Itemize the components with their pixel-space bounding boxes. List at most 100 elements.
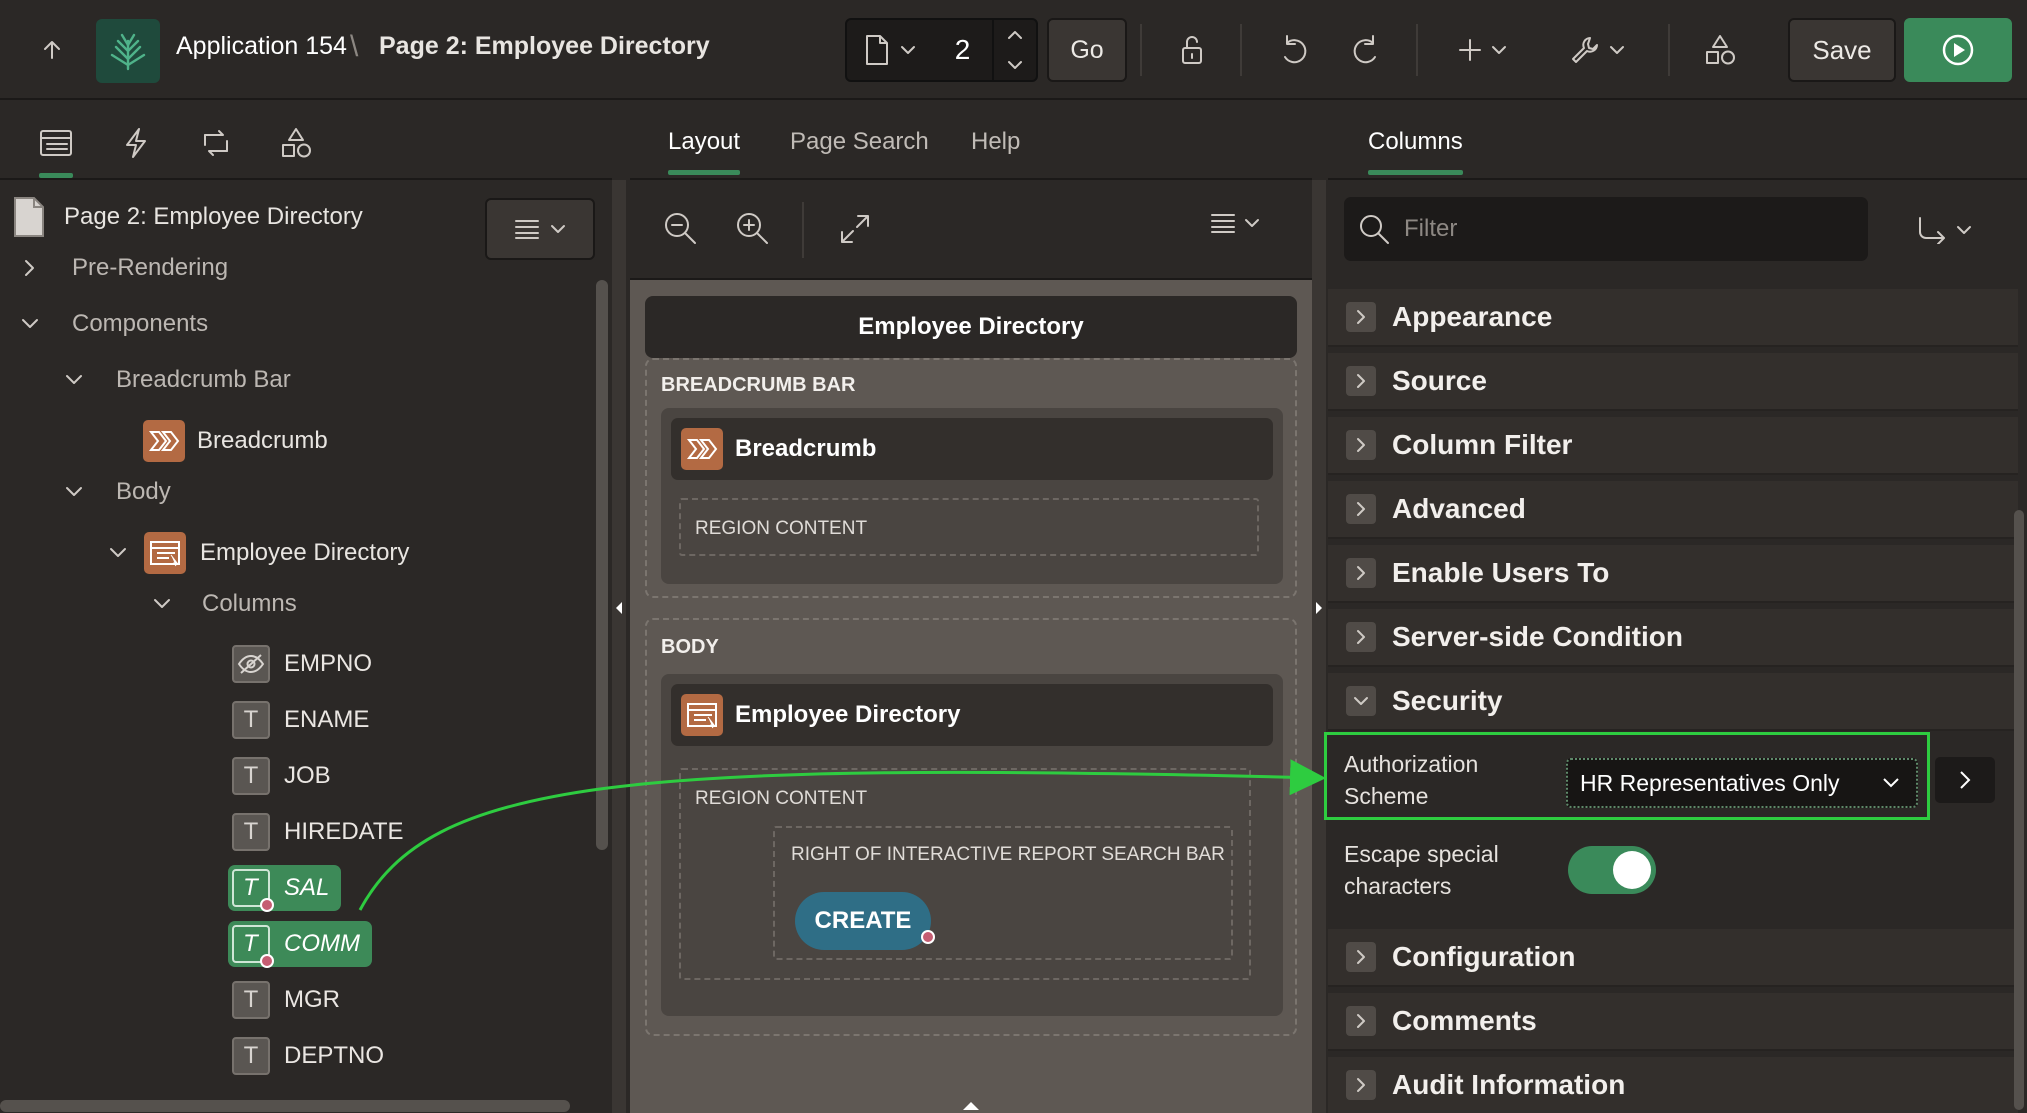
page-stepper[interactable] (991, 20, 1036, 80)
authorization-scheme-goto-button[interactable] (1935, 757, 1995, 803)
chevron-down-icon[interactable] (1007, 60, 1023, 70)
tree-node-employee-directory[interactable]: Employee Directory (106, 532, 409, 574)
region-content-slot[interactable]: REGION CONTENT (679, 498, 1259, 556)
chevron-down-icon[interactable] (62, 368, 86, 392)
collapse-bottom-icon[interactable] (961, 1100, 981, 1112)
column-sal[interactable]: T SAL (228, 865, 342, 912)
chevron-right-icon[interactable] (1346, 942, 1376, 972)
tree-node-body[interactable]: Body (62, 478, 171, 506)
lock-button[interactable] (1168, 26, 1216, 74)
section-security[interactable]: Security (1328, 673, 2018, 731)
chevron-down-icon (1610, 46, 1624, 54)
chevron-right-icon[interactable] (1346, 1070, 1376, 1100)
section-source[interactable]: Source (1328, 353, 2018, 411)
save-button[interactable]: Save (1788, 18, 1896, 82)
breadcrumb-bar-position[interactable]: BREADCRUMB BAR Breadcrumb REGION CONTENT (645, 358, 1297, 598)
authorization-scheme-select[interactable]: HR Representatives Only (1566, 758, 1918, 808)
filter-input[interactable] (1404, 215, 1824, 243)
column-hiredate[interactable]: T HIREDATE (228, 809, 416, 855)
region-content-slot[interactable]: REGION CONTENT RIGHT OF INTERACTIVE REPO… (679, 768, 1251, 980)
tree-node-breadcrumb[interactable]: Breadcrumb (143, 420, 328, 462)
expand-icon[interactable] (838, 212, 872, 246)
tab-columns[interactable]: Columns (1368, 128, 1463, 175)
up-arrow-button[interactable] (28, 26, 76, 74)
column-ename[interactable]: T ENAME (228, 697, 381, 743)
region-header[interactable]: Employee Directory (671, 684, 1273, 746)
tab-shared-components[interactable] (271, 118, 321, 168)
chevron-right-icon[interactable] (18, 256, 42, 280)
tab-processing[interactable] (191, 118, 241, 168)
tree-node-components[interactable]: Components (18, 310, 208, 338)
section-comments[interactable]: Comments (1328, 993, 2018, 1051)
shared-components-button[interactable] (1696, 26, 1744, 74)
redo-button[interactable] (1342, 26, 1390, 74)
chevron-up-icon[interactable] (1007, 30, 1023, 40)
toggle-knob (1613, 851, 1651, 889)
tab-dynamic-actions[interactable] (111, 118, 161, 168)
section-configuration[interactable]: Configuration (1328, 929, 2018, 987)
vertical-scrollbar[interactable] (596, 280, 608, 850)
layout-menu-button[interactable] (1210, 212, 1260, 234)
column-mgr[interactable]: T MGR (228, 977, 352, 1023)
column-empno[interactable]: EMPNO (228, 641, 384, 687)
section-enable-users-to[interactable]: Enable Users To (1328, 545, 2018, 603)
chevron-down-icon[interactable] (150, 592, 174, 616)
utilities-menu-button[interactable] (1562, 26, 1632, 74)
toolbar-divider (1416, 24, 1418, 76)
run-button[interactable] (1904, 18, 2012, 82)
chevron-right-icon[interactable] (1346, 366, 1376, 396)
chevron-right-icon[interactable] (1346, 558, 1376, 588)
section-server-side-condition[interactable]: Server-side Condition (1328, 609, 2018, 667)
column-deptno[interactable]: T DEPTNO (228, 1033, 396, 1079)
tab-rendering[interactable] (31, 118, 81, 178)
section-advanced[interactable]: Advanced (1328, 481, 2018, 539)
chevron-down-icon[interactable] (106, 541, 130, 565)
tab-help[interactable]: Help (971, 128, 1020, 156)
escape-special-characters-toggle[interactable] (1568, 846, 1656, 894)
page-finder-button[interactable] (847, 20, 933, 80)
zoom-out-icon[interactable] (662, 210, 698, 246)
create-menu-button[interactable] (1450, 26, 1514, 74)
tree-node-page[interactable]: Page 2: Employee Directory (12, 196, 363, 238)
right-splitter[interactable] (1312, 180, 1326, 1113)
chevron-down-icon[interactable] (62, 480, 86, 504)
region-header[interactable]: Breadcrumb (671, 418, 1273, 480)
column-comm[interactable]: T COMM (228, 921, 372, 968)
breadcrumb-region[interactable]: Breadcrumb REGION CONTENT (661, 408, 1283, 584)
app-title[interactable]: Application 154 (176, 32, 347, 61)
page-number-input[interactable]: 2 (933, 20, 992, 80)
layout-canvas[interactable]: Employee Directory BREADCRUMB BAR Breadc… (630, 280, 1312, 1113)
horizontal-scrollbar[interactable] (0, 1100, 570, 1112)
tab-page-search[interactable]: Page Search (790, 128, 929, 156)
chevron-down-icon (1492, 46, 1506, 54)
tree-node-breadcrumb-bar[interactable]: Breadcrumb Bar (62, 366, 291, 394)
page-region-title[interactable]: Employee Directory (645, 296, 1297, 358)
go-to-group-button[interactable] (1916, 210, 1996, 250)
chevron-right-icon[interactable] (1346, 302, 1376, 332)
zoom-in-icon[interactable] (734, 210, 770, 246)
column-job[interactable]: T JOB (228, 753, 343, 799)
tree-node-columns[interactable]: Columns (150, 590, 297, 618)
go-button[interactable]: Go (1047, 18, 1127, 82)
collapse-left-icon[interactable] (612, 598, 626, 618)
chevron-right-icon[interactable] (1346, 494, 1376, 524)
filter-field[interactable] (1344, 197, 1868, 261)
create-button[interactable]: CREATE (795, 892, 935, 950)
body-position[interactable]: BODY Employee Directory REGION CONTENT R… (645, 618, 1297, 1036)
undo-button[interactable] (1270, 26, 1318, 74)
chevron-down-icon[interactable] (18, 312, 42, 336)
chevron-right-icon[interactable] (1346, 430, 1376, 460)
chevron-down-icon[interactable] (1346, 686, 1376, 716)
employee-directory-region[interactable]: Employee Directory REGION CONTENT RIGHT … (661, 674, 1283, 1016)
tree-node-pre-rendering[interactable]: Pre-Rendering (18, 254, 228, 282)
chevron-right-icon[interactable] (1346, 1006, 1376, 1036)
tab-layout[interactable]: Layout (668, 128, 741, 175)
tree-menu-button[interactable] (485, 198, 595, 260)
vertical-scrollbar[interactable] (2014, 510, 2024, 1110)
section-appearance[interactable]: Appearance (1328, 289, 2018, 347)
left-splitter[interactable] (612, 180, 626, 1113)
section-audit-information[interactable]: Audit Information (1328, 1057, 2018, 1113)
collapse-right-icon[interactable] (1312, 598, 1326, 618)
chevron-right-icon[interactable] (1346, 622, 1376, 652)
section-column-filter[interactable]: Column Filter (1328, 417, 2018, 475)
